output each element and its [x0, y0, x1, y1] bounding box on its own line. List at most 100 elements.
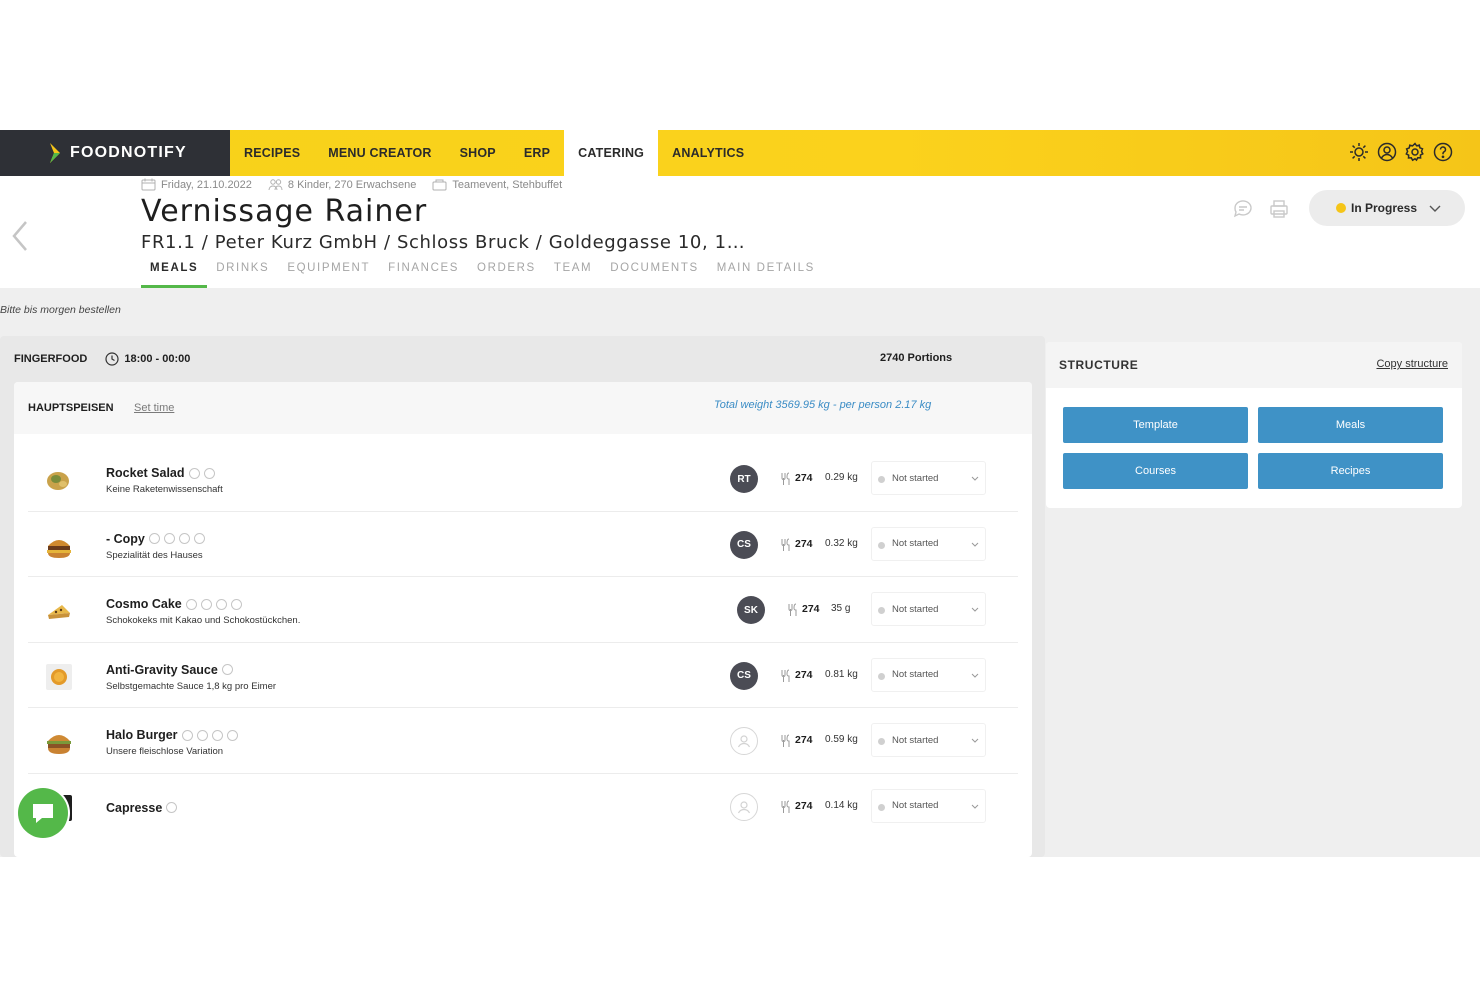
chevron-down-icon: [971, 476, 979, 481]
status-select[interactable]: Not started: [871, 592, 986, 626]
allergen-icon: [230, 598, 242, 610]
user-placeholder-icon: [737, 800, 751, 813]
tab-drinks[interactable]: DRINKS: [207, 262, 278, 288]
meal-name-wrap: Cosmo Cake: [106, 597, 242, 611]
event-type: Teamevent, Stehbuffet: [432, 178, 562, 191]
avatar[interactable]: RT: [730, 465, 758, 493]
copy-structure-link[interactable]: Copy structure: [1376, 358, 1448, 370]
event-date: Friday, 21.10.2022: [141, 178, 252, 191]
structure-title: STRUCTURE: [1059, 358, 1139, 372]
nav-erp[interactable]: ERP: [510, 130, 564, 176]
print-icon[interactable]: [1268, 198, 1290, 220]
status-select[interactable]: Not started: [871, 723, 986, 757]
status-text: Not started: [892, 472, 939, 484]
tab-main-details[interactable]: MAIN DETAILS: [708, 262, 824, 288]
courses-button[interactable]: Courses: [1063, 453, 1248, 489]
section-title: FINGERFOOD: [14, 353, 88, 365]
meal-description: Keine Raketenwissenschaft: [106, 484, 223, 495]
tab-finances[interactable]: FINANCES: [379, 262, 468, 288]
back-arrow-icon[interactable]: [8, 218, 32, 254]
avatar[interactable]: CS: [730, 661, 758, 690]
salad-thumbnail: [47, 472, 69, 490]
status-select[interactable]: Not started: [871, 461, 986, 495]
meal-description: Selbstgemachte Sauce 1,8 kg pro Eimer: [106, 680, 277, 692]
meal-name-wrap: Halo Burger: [106, 728, 238, 742]
comment-icon[interactable]: [1232, 198, 1254, 220]
nav-menu-creator[interactable]: MENU CREATOR: [314, 130, 445, 176]
course-header: HAUPTSPEISEN Set time Total weight 3569.…: [14, 382, 1032, 434]
nav-catering[interactable]: CATERING: [564, 130, 659, 176]
meal-name[interactable]: Anti-Gravity Sauce: [106, 663, 218, 677]
nav-recipes[interactable]: RECIPES: [230, 130, 314, 176]
portion-count: 274: [795, 537, 813, 550]
meals-section: FINGERFOOD 18:00 - 00:00 2740 Portions H…: [0, 336, 1045, 857]
logo[interactable]: FOODNOTIFY: [0, 130, 230, 176]
status-dot: [878, 738, 885, 745]
meal-description: Schokokeks mit Kakao und Schokostückchen…: [106, 615, 301, 626]
meal-name[interactable]: Rocket Salad: [106, 466, 185, 480]
meal-name[interactable]: - Copy: [106, 532, 145, 546]
meal-row[interactable]: Capresse 274 0.14 kg Not started: [28, 774, 1018, 840]
nav-shop[interactable]: SHOP: [446, 130, 510, 176]
meals-button[interactable]: Meals: [1258, 407, 1443, 443]
user-icon[interactable]: [1376, 141, 1398, 163]
tab-equipment[interactable]: EQUIPMENT: [278, 262, 379, 288]
nav-analytics[interactable]: ANALYTICS: [658, 130, 758, 176]
allergen-icon: [163, 533, 175, 544]
event-type-icon: [432, 179, 447, 191]
meal-row[interactable]: Rocket Salad Keine Raketenwissenschaft R…: [28, 446, 1018, 512]
avatar-placeholder[interactable]: [730, 727, 758, 755]
status-dot: [878, 476, 885, 483]
tab-meals[interactable]: MEALS: [141, 262, 208, 288]
meal-row[interactable]: Cosmo Cake Schokokeks mit Kakao und Scho…: [28, 577, 1018, 643]
recipes-button[interactable]: Recipes: [1258, 453, 1443, 489]
portion-count: 274: [802, 603, 820, 615]
tab-team[interactable]: TEAM: [545, 262, 601, 288]
meal-name-wrap: Anti-Gravity Sauce: [106, 663, 233, 677]
meal-row[interactable]: Anti-Gravity Sauce Selbstgemachte Sauce …: [28, 643, 1018, 708]
allergen-icon: [188, 467, 200, 479]
sun-icon[interactable]: [1348, 141, 1370, 163]
meal-name[interactable]: Halo Burger: [106, 728, 178, 742]
main-nav: RECIPES MENU CREATOR SHOP ERP CATERING A…: [230, 130, 758, 176]
chevron-down-icon: [971, 804, 979, 809]
help-icon[interactable]: [1432, 141, 1454, 163]
tab-documents[interactable]: DOCUMENTS: [601, 262, 708, 288]
gear-icon[interactable]: [1404, 141, 1426, 163]
meal-list: Rocket Salad Keine Raketenwissenschaft R…: [28, 446, 1018, 839]
meal-name[interactable]: Cosmo Cake: [106, 597, 182, 611]
avatar[interactable]: SK: [737, 596, 765, 624]
meal-description: Spezialität des Hauses: [106, 549, 203, 561]
page-title: Vernissage Rainer: [141, 194, 428, 229]
event-date-text: Friday, 21.10.2022: [161, 178, 252, 191]
avatar[interactable]: CS: [730, 530, 758, 559]
set-time-link[interactable]: Set time: [134, 402, 174, 414]
status-select[interactable]: Not started: [871, 657, 986, 692]
cutlery-icon: [781, 538, 790, 551]
top-nav-bar: FOODNOTIFY RECIPES MENU CREATOR SHOP ERP…: [0, 130, 1480, 176]
logo-text: FOODNOTIFY: [70, 144, 187, 161]
status-text: Not started: [892, 538, 939, 549]
chat-icon: [33, 804, 53, 823]
allergen-icon: [215, 598, 227, 610]
portion-count: 274: [795, 734, 813, 746]
cutlery-icon: [781, 800, 790, 813]
course-title: HAUPTSPEISEN: [28, 402, 114, 414]
chat-launcher-button[interactable]: [18, 788, 68, 838]
status-select[interactable]: Not started: [871, 788, 986, 823]
status-dropdown[interactable]: In Progress: [1309, 190, 1465, 226]
portions-count: 2740 Portions: [880, 352, 953, 364]
avatar-placeholder[interactable]: [730, 792, 758, 821]
template-button[interactable]: Template: [1063, 407, 1248, 443]
meal-row[interactable]: Halo Burger Unsere fleischlose Variation…: [28, 708, 1018, 774]
status-select[interactable]: Not started: [871, 526, 986, 561]
status-dot: [878, 672, 885, 680]
allergen-icon: [193, 533, 205, 544]
event-subtabs: MEALS DRINKS EQUIPMENT FINANCES ORDERS T…: [141, 262, 824, 288]
calendar-icon: [141, 178, 156, 191]
meal-row[interactable]: - Copy Spezialität des Hauses CS 274 0.3…: [28, 512, 1018, 577]
tab-orders[interactable]: ORDERS: [468, 262, 545, 288]
nav-icon-group: [1348, 141, 1454, 163]
meal-name[interactable]: Capresse: [106, 801, 162, 815]
section-header: FINGERFOOD 18:00 - 00:00: [14, 352, 1024, 366]
